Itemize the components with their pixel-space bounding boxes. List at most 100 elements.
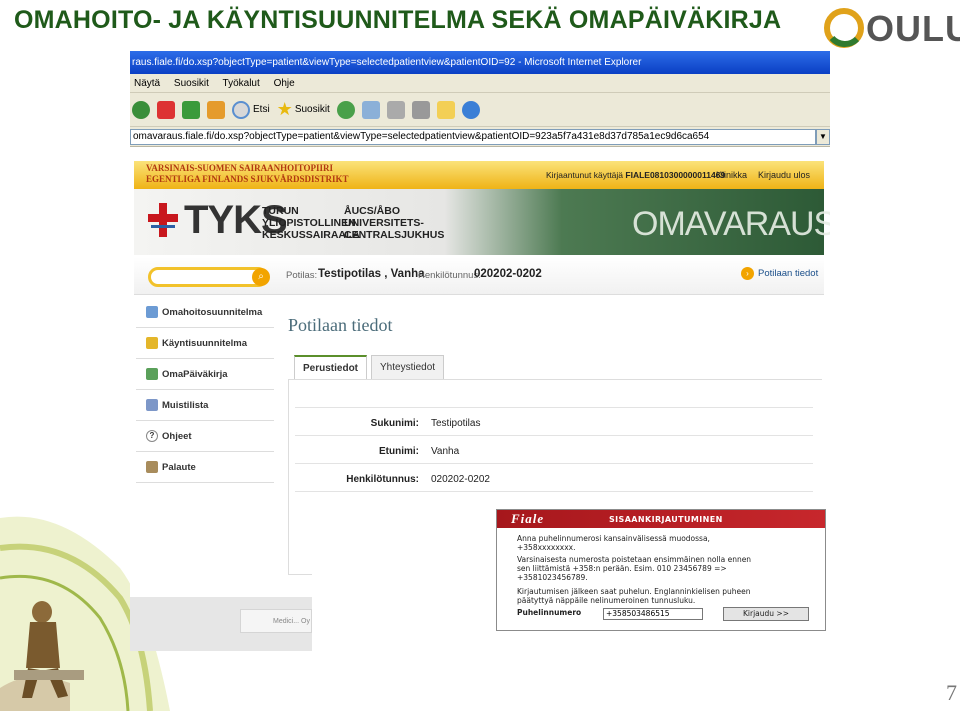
search-icon: ⌕ <box>258 271 264 282</box>
hospital-district: Varsinais-Suomen sairaanhoitopiiri Egent… <box>146 163 349 185</box>
sidebar-item-omahoitosuunnitelma[interactable]: Omahoitosuunnitelma <box>136 297 274 328</box>
edit-button[interactable] <box>411 98 430 122</box>
oulu-logo-text: OULU <box>866 8 960 49</box>
logout-link[interactable]: Kirjaudu ulos <box>758 170 810 180</box>
home-icon <box>207 100 225 119</box>
chevron-down-icon: ▼ <box>819 131 827 141</box>
field-label: Sukunimi: <box>370 418 419 429</box>
diary-icon <box>146 368 158 380</box>
fiale-instruction: +3581023456789. <box>517 573 588 582</box>
page-number: 7 <box>946 680 957 705</box>
field-value: Vanha <box>431 446 460 457</box>
address-dropdown[interactable]: ▼ <box>816 128 830 145</box>
fiale-login-dialog: Fiale SISAANKIRJAUTUMINEN Anna puhelinnu… <box>496 509 826 631</box>
menu-view[interactable]: Näytä <box>134 78 160 89</box>
messenger-button[interactable] <box>461 98 480 122</box>
folder-icon <box>436 100 455 119</box>
forward-button[interactable] <box>132 98 150 122</box>
browser-menu-bar: Näytä Suosikit Työkalut Ohje <box>130 74 830 93</box>
oulu-logo: OULU <box>822 4 960 54</box>
patient-info-link[interactable]: › Potilaan tiedot <box>741 267 818 280</box>
history-icon <box>336 100 355 119</box>
phone-input[interactable]: +358503486515 <box>603 608 703 620</box>
sidebar-item-kayntisuunnitelma[interactable]: Käyntisuunnitelma <box>136 328 274 359</box>
omavaraus-brand: OMAVARAUS <box>632 205 830 243</box>
ssn-value: 020202-0202 <box>474 268 542 280</box>
sidebar-item-label: Ohjeet <box>162 430 192 442</box>
patient-search-input[interactable] <box>148 267 268 287</box>
clinic-link[interactable]: Klinikka <box>716 170 747 180</box>
login-prefix: Kirjaantunut käyttäjä <box>546 170 624 180</box>
stop-icon <box>157 100 175 119</box>
favorites-button[interactable]: ★ Suosikit <box>277 98 330 122</box>
phone-label: Puhelinnumero <box>517 608 582 617</box>
page-header-bar: Varsinais-Suomen sairaanhoitopiiri Egent… <box>134 161 824 189</box>
fiale-instruction: +358xxxxxxxx. <box>517 543 576 552</box>
slide-title: OMAHOITO- JA KÄYNTISUUNNITELMA SEKÄ OMAP… <box>14 6 782 34</box>
print-icon <box>386 100 405 119</box>
mail-button[interactable] <box>361 98 380 122</box>
favorites-button-label: Suosikit <box>294 104 330 115</box>
address-input[interactable]: omavaraus.fiale.fi/do.xsp?objectType=pat… <box>130 128 816 145</box>
tab-yhteystiedot[interactable]: Yhteystiedot <box>371 355 445 379</box>
field-label: Etunimi: <box>379 446 419 457</box>
fiale-header: Fiale SISAANKIRJAUTUMINEN <box>497 510 825 528</box>
details-row-firstname: Etunimi: Vanha <box>295 436 813 464</box>
search-button-label: Etsi <box>253 104 270 115</box>
login-user-id: FIALE0810300000011469 <box>625 170 726 180</box>
tab-perustiedot[interactable]: Perustiedot <box>294 355 368 379</box>
sidebar-item-label: Käyntisuunnitelma <box>162 337 247 349</box>
tyks-sv-line: ÅUCS/ÅBO <box>344 205 401 217</box>
calendar-icon <box>146 337 158 349</box>
refresh-button[interactable] <box>182 98 200 122</box>
menu-help[interactable]: Ohje <box>274 78 295 89</box>
stop-button[interactable] <box>157 98 175 122</box>
help-icon: ? <box>146 430 158 442</box>
sidebar-item-ohjeet[interactable]: ? Ohjeet <box>136 421 274 452</box>
sidebar-item-muistilista[interactable]: Muistilista <box>136 390 274 421</box>
patient-label: Potilas: <box>286 270 318 281</box>
feedback-icon <box>146 461 158 473</box>
tyks-sv-line: UNIVERSITETS- <box>344 217 424 229</box>
slide: OMAHOITO- JA KÄYNTISUUNNITELMA SEKÄ OMAP… <box>0 0 960 711</box>
history-button[interactable] <box>336 98 355 122</box>
search-icon <box>232 100 250 119</box>
hospital-district-fi: Varsinais-Suomen sairaanhoitopiiri <box>146 163 333 173</box>
browser-toolbar: Etsi ★ Suosikit <box>130 93 830 127</box>
sidebar-item-palaute[interactable]: Palaute <box>136 452 274 483</box>
patient-bar: ⌕ Potilas: Testipotilas , Vanha Henkilöt… <box>134 257 824 295</box>
refresh-icon <box>182 100 200 119</box>
tyks-cross-icon <box>148 203 178 237</box>
footer-text: Medici... Oy <box>240 609 312 633</box>
patient-info-link-label: Potilaan tiedot <box>758 268 819 279</box>
messenger-icon <box>461 100 480 119</box>
notes-icon <box>146 399 158 411</box>
tyks-swedish-name: ÅUCS/ÅBO UNIVERSITETS- CENTRALSJUKHUS <box>344 205 444 241</box>
search-button[interactable]: Etsi <box>232 98 270 122</box>
hospital-district-sv: Egentliga Finlands sjukvårdsdistrikt <box>146 174 349 184</box>
details-row-ssn: Henkilötunnus: 020202-0202 <box>295 464 813 492</box>
print-button[interactable] <box>386 98 405 122</box>
home-button[interactable] <box>207 98 225 122</box>
login-button[interactable]: Kirjaudu >> <box>723 607 809 621</box>
details-row-blank <box>295 380 813 408</box>
sidebar-item-label: Palaute <box>162 461 196 473</box>
tyks-sv-line: CENTRALSJUKHUS <box>344 229 445 241</box>
sidebar-item-omapaivakirja[interactable]: OmaPäiväkirja <box>136 359 274 390</box>
details-row-surname: Sukunimi: Testipotilas <box>295 408 813 436</box>
forward-icon <box>132 100 150 119</box>
document-icon <box>146 306 158 318</box>
patient-name: Testipotilas , Vanha <box>318 268 425 280</box>
arrow-right-icon: › <box>741 267 754 280</box>
menu-favorites[interactable]: Suosikit <box>174 78 209 89</box>
field-value: 020202-0202 <box>431 474 490 485</box>
discuss-button[interactable] <box>436 98 455 122</box>
logged-in-user: Kirjaantunut käyttäjä FIALE0810300000011… <box>546 170 725 180</box>
fiale-header-title: SISAANKIRJAUTUMINEN <box>609 514 723 524</box>
sidebar: Omahoitosuunnitelma Käyntisuunnitelma Om… <box>136 297 274 483</box>
patient-search-button[interactable]: ⌕ <box>252 268 270 286</box>
sidebar-item-label: OmaPäiväkirja <box>162 368 228 380</box>
menu-tools[interactable]: Työkalut <box>223 78 260 89</box>
address-bar: omavaraus.fiale.fi/do.xsp?objectType=pat… <box>130 127 830 147</box>
ssn-label: Henkilötunnus: <box>418 270 481 281</box>
